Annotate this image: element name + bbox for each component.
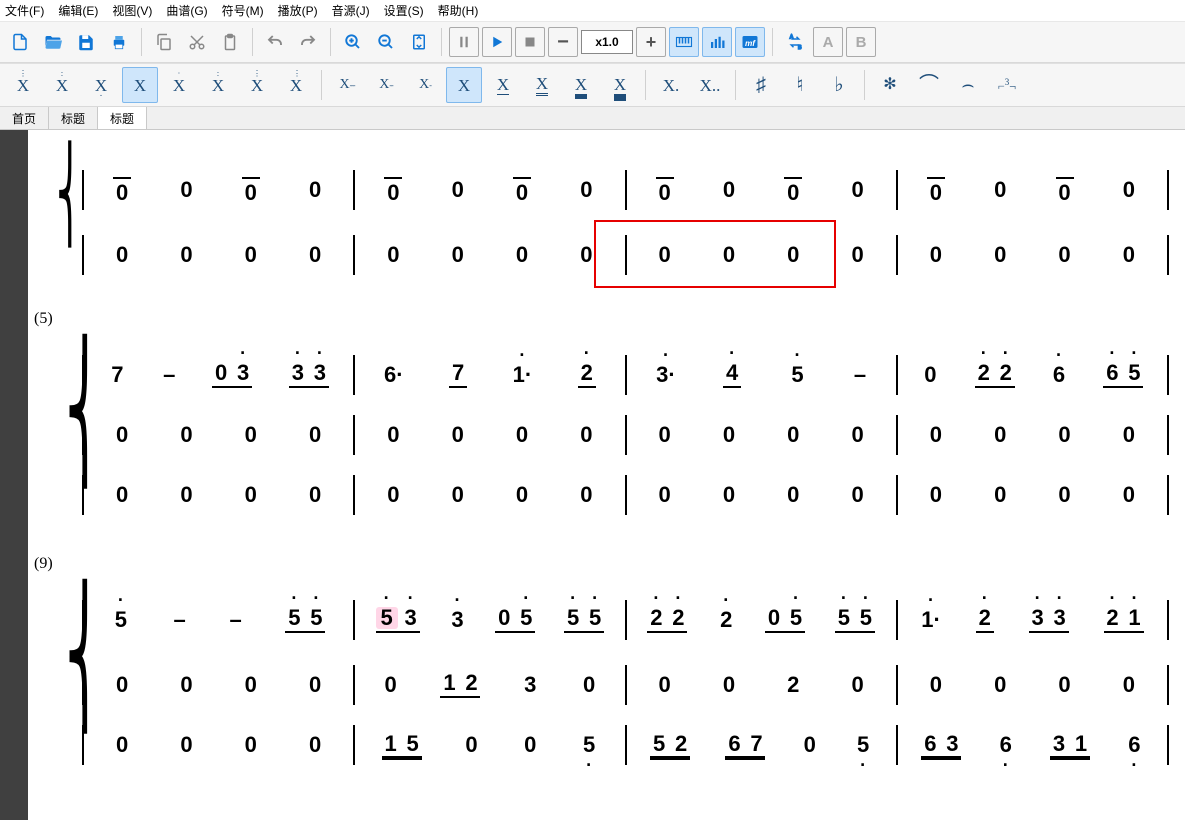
workspace: ⎨ 0000 0000 0000 0000 0000 0000 0000 000… [0, 130, 1185, 820]
tab-title-2[interactable]: 标题 [98, 107, 147, 129]
tie-button[interactable]: ⌒ [911, 67, 947, 103]
tempo-down-button[interactable]: − [548, 27, 578, 57]
undo-button[interactable] [260, 27, 290, 57]
cursor-note[interactable]: ·5 [376, 607, 398, 629]
menu-help[interactable]: 帮助(H) [438, 2, 479, 19]
paste-button[interactable] [215, 27, 245, 57]
fit-page-button[interactable] [404, 27, 434, 57]
note-dur-8[interactable]: ⋮X [278, 67, 314, 103]
note-dur-3[interactable]: X. [83, 67, 119, 103]
save-button[interactable] [71, 27, 101, 57]
menu-bar: 文件(F) 编辑(E) 视图(V) 曲谱(G) 符号(M) 播放(P) 音源(J… [0, 0, 1185, 22]
tab-title-1[interactable]: 标题 [49, 107, 98, 129]
menu-symbol[interactable]: 符号(M) [222, 2, 264, 19]
menu-view[interactable]: 视图(V) [112, 2, 152, 19]
mixer-panel-button[interactable] [702, 27, 732, 57]
keyboard-panel-button[interactable] [669, 27, 699, 57]
tuplet-button[interactable]: ⌐3¬ [989, 67, 1025, 103]
note-dur-4[interactable]: X [122, 67, 158, 103]
stop-button[interactable] [515, 27, 545, 57]
mf-panel-button[interactable]: mf [735, 27, 765, 57]
beat-6[interactable]: X [524, 67, 560, 103]
tempo-up-button[interactable]: + [636, 27, 666, 57]
ornament-button[interactable]: ✻ [872, 67, 908, 103]
document-tabs: 首页 标题 标题 [0, 107, 1185, 130]
notation-toolbar: X⋮ X: X. X ·X :X ⋮X ⋮X X--- X-- X- X X X… [0, 63, 1185, 107]
zoom-out-button[interactable] [371, 27, 401, 57]
dotted-1[interactable]: X. [653, 67, 689, 103]
beat-1[interactable]: X--- [329, 67, 365, 103]
sheet-canvas[interactable]: ⎨ 0000 0000 0000 0000 0000 0000 0000 000… [28, 130, 1185, 820]
measure-number-9: (9) [34, 555, 53, 573]
main-toolbar: − x1.0 + mf AB A B [0, 22, 1185, 63]
marker-b-button[interactable]: B [846, 27, 876, 57]
note-dur-7[interactable]: ⋮X [239, 67, 275, 103]
cut-button[interactable] [182, 27, 212, 57]
tempo-display[interactable]: x1.0 [581, 30, 633, 54]
play-button[interactable] [482, 27, 512, 57]
sharp-button[interactable]: ♯ [743, 67, 779, 103]
svg-text:B: B [798, 45, 802, 51]
menu-audio[interactable]: 音源(J) [332, 2, 370, 19]
natural-button[interactable]: ♮ [782, 67, 818, 103]
note-dur-5[interactable]: ·X [161, 67, 197, 103]
svg-text:mf: mf [745, 39, 756, 48]
pause-button[interactable] [449, 27, 479, 57]
menu-play[interactable]: 播放(P) [278, 2, 318, 19]
beat-5[interactable]: X [485, 67, 521, 103]
note-dur-1[interactable]: X⋮ [5, 67, 41, 103]
beat-8[interactable]: X [602, 67, 638, 103]
slur-button[interactable]: ⌢ [950, 67, 986, 103]
dotted-2[interactable]: X.. [692, 67, 728, 103]
beat-4[interactable]: X [446, 67, 482, 103]
menu-file[interactable]: 文件(F) [5, 2, 44, 19]
left-gutter [0, 130, 28, 820]
print-button[interactable] [104, 27, 134, 57]
note-dur-6[interactable]: :X [200, 67, 236, 103]
open-file-button[interactable] [38, 27, 68, 57]
svg-text:A: A [790, 34, 794, 40]
note-dur-2[interactable]: X: [44, 67, 80, 103]
measure-number-5: (5) [34, 310, 53, 328]
menu-settings[interactable]: 设置(S) [384, 2, 424, 19]
new-file-button[interactable] [5, 27, 35, 57]
menu-edit[interactable]: 编辑(E) [58, 2, 98, 19]
flat-button[interactable]: ♭ [821, 67, 857, 103]
beat-2[interactable]: X-- [368, 67, 404, 103]
tab-home[interactable]: 首页 [0, 107, 49, 129]
beat-3[interactable]: X- [407, 67, 443, 103]
marker-a-button[interactable]: A [813, 27, 843, 57]
ab-swap-button[interactable]: AB [780, 27, 810, 57]
copy-button[interactable] [149, 27, 179, 57]
redo-button[interactable] [293, 27, 323, 57]
zoom-in-button[interactable] [338, 27, 368, 57]
beat-7[interactable]: X [563, 67, 599, 103]
menu-score[interactable]: 曲谱(G) [166, 2, 207, 19]
